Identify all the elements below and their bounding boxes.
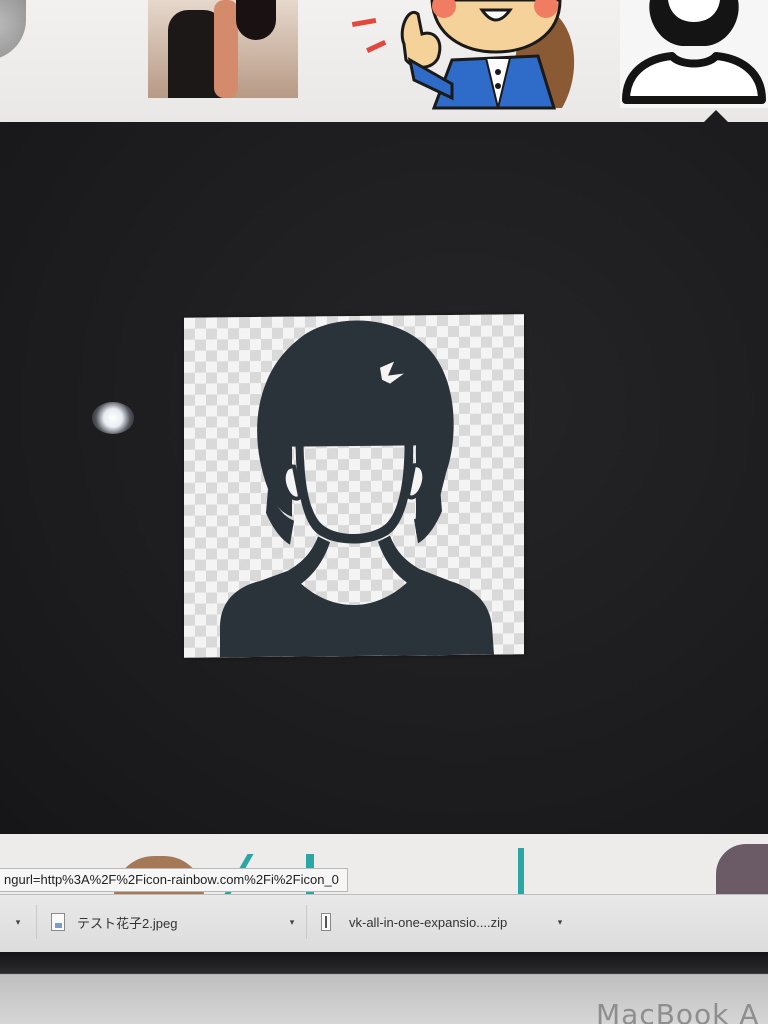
download-shelf: ▾ テスト花子2.jpeg ▾ vk-all-in-one-expansio..…: [0, 894, 768, 952]
thumbnail-cartoon-woman[interactable]: [348, 0, 588, 112]
image-file-icon: [51, 913, 65, 931]
chevron-down-icon[interactable]: ▾: [552, 917, 568, 928]
laptop-brand-label: MacBook A: [596, 998, 760, 1024]
female-avatar-silhouette-icon: [220, 320, 494, 658]
preview-image-female-avatar[interactable]: [184, 314, 524, 658]
photo-person-arm: [214, 0, 238, 98]
zip-file-icon: [321, 913, 331, 931]
screen-glare-reflection: [92, 402, 134, 434]
download-item-jpeg[interactable]: テスト花子2.jpeg ▾: [36, 905, 300, 939]
chevron-down-icon[interactable]: ▾: [284, 917, 300, 928]
thumbnail-partial[interactable]: [0, 0, 26, 60]
avatar-outline-icon: [620, 0, 768, 108]
selected-thumbnail-indicator: [704, 110, 728, 122]
thumbnail-avatar-outline[interactable]: [620, 0, 768, 108]
link-status-bar: ngurl=http%3A%2F%2Ficon-rainbow.com%2Fi%…: [0, 868, 348, 892]
laptop-bezel: MacBook A: [0, 952, 768, 1024]
download-item-zip[interactable]: vk-all-in-one-expansio....zip ▾: [306, 905, 568, 939]
thumbnail-partial[interactable]: [716, 844, 768, 894]
photo-person-hair: [236, 0, 276, 40]
image-results-strip-top: [0, 0, 768, 132]
download-item-previous[interactable]: ▾: [0, 905, 26, 939]
download-filename: テスト花子2.jpeg: [77, 915, 178, 931]
cartoon-woman-illustration: [351, 0, 575, 110]
thumbnail-partial[interactable]: [518, 848, 524, 894]
chevron-down-icon[interactable]: ▾: [10, 917, 26, 928]
thumbnail-woman-photo[interactable]: [148, 0, 298, 98]
download-filename: vk-all-in-one-expansio....zip: [349, 914, 508, 930]
